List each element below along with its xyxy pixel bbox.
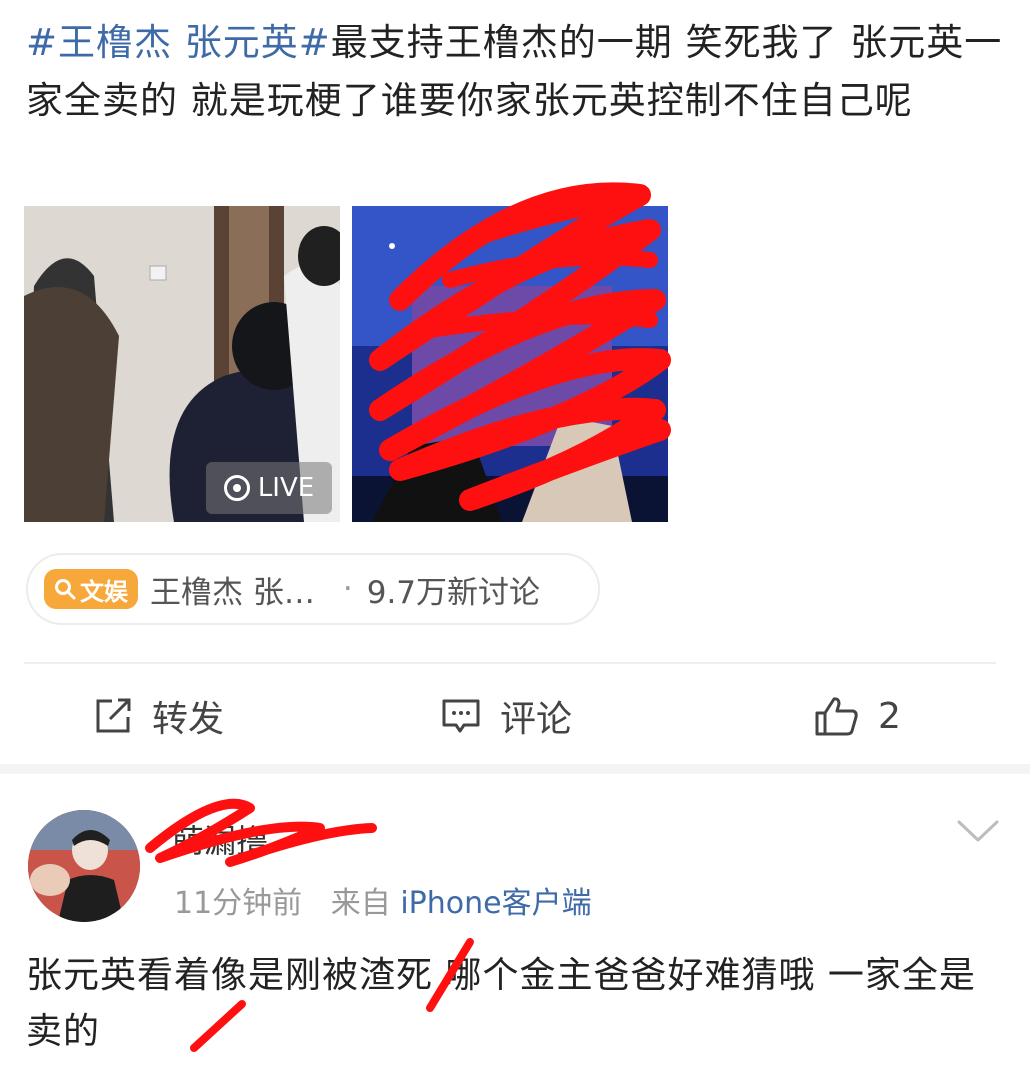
post-text: #王橹杰 张元英#最支持王橹杰的一期 笑死我了 张元英一家全卖的 就是玩梗了谁要… — [26, 14, 1006, 130]
comment-label: 评论 — [500, 699, 573, 740]
topic-discussion-count: 9.7万新讨论 — [366, 574, 541, 611]
repost-icon — [96, 698, 131, 733]
comment-icon — [442, 699, 480, 733]
comment-source[interactable]: iPhone客户端 — [400, 886, 591, 921]
live-icon — [223, 475, 250, 501]
avatar[interactable] — [28, 810, 140, 922]
divider — [24, 662, 996, 664]
like-button[interactable]: 2 — [814, 668, 901, 764]
repost-label: 转发 — [152, 699, 225, 740]
live-label: LIVE — [257, 473, 315, 503]
section-separator — [0, 764, 1030, 774]
topic-name: 王橹杰 张… — [150, 574, 315, 611]
from-label: 来自 — [330, 886, 391, 921]
topic-separator: · — [342, 571, 353, 607]
more-options-button[interactable] — [956, 818, 1000, 848]
search-icon — [55, 579, 76, 600]
comment-text: 张元英看着像是刚被渣死 哪个金主爸爸好难猜哦 一家全是卖的 — [26, 955, 976, 1052]
comment-button[interactable]: 评论 — [440, 668, 572, 764]
comment-time: 11分钟前 — [174, 886, 303, 921]
topic-badge-label: 文娱 — [80, 577, 128, 606]
live-photo-badge: LIVE — [206, 462, 332, 514]
thumbs-up-icon — [815, 697, 858, 736]
like-count: 2 — [878, 695, 901, 737]
topic-pill[interactable]: 文娱 王橹杰 张… · 9.7万新讨论 — [26, 553, 600, 625]
avatar-image — [28, 810, 140, 922]
post-image-2[interactable] — [352, 206, 668, 522]
repost-button[interactable]: 转发 — [92, 668, 224, 764]
photo-scene-2 — [352, 206, 668, 522]
post-image-1[interactable]: LIVE — [24, 206, 340, 522]
action-bar: 转发 评论 2 — [0, 668, 1030, 764]
hashtag-link[interactable]: #王橹杰 张元英# — [26, 21, 331, 64]
chevron-down-icon — [957, 820, 999, 842]
topic-badge: 文娱 — [44, 569, 138, 609]
comment-meta: 11分钟前 来自 iPhone客户端 — [174, 878, 592, 922]
comment-username[interactable]: 萌漏撸 — [172, 816, 268, 862]
